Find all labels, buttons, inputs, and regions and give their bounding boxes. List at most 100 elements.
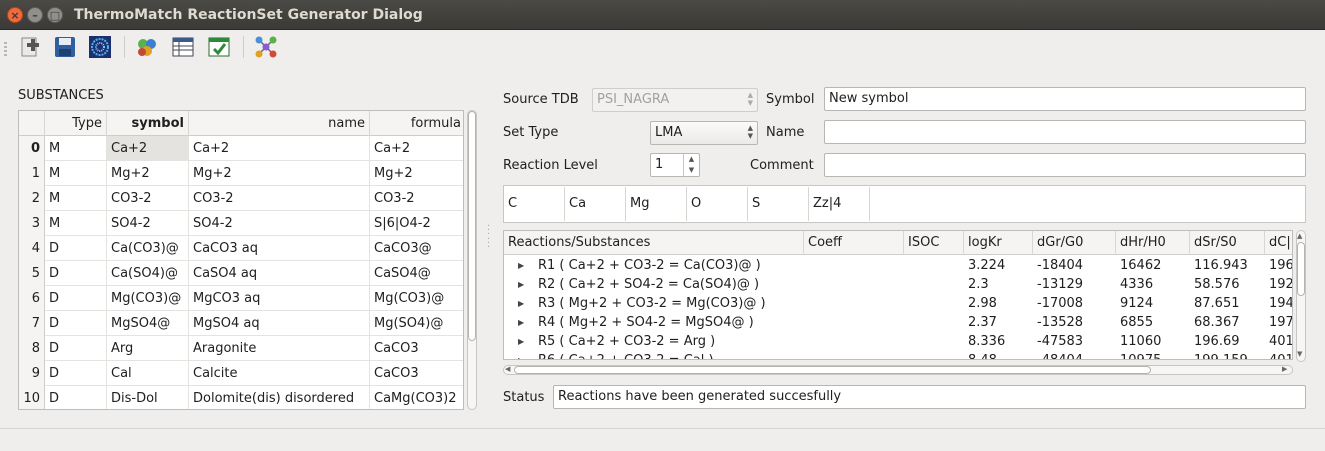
reaction-row[interactable]: ▶ R6 ( Ca+2 + CO3-2 = Cal ) 8.48-484041097… [504, 351, 1292, 359]
column-header-index[interactable] [19, 111, 45, 136]
column-header-reactions[interactable]: Reactions/Substances [504, 231, 804, 255]
reaction-label[interactable]: R2 ( Ca+2 + SO4-2 = Ca(SO4)@ ) [534, 275, 804, 294]
cell-symbol[interactable]: Ca(CO3)@ [107, 236, 189, 261]
reaction-label[interactable]: R3 ( Mg+2 + CO3-2 = Mg(CO3)@ ) [534, 294, 804, 313]
row-index[interactable]: 1 [19, 161, 45, 186]
add-record-icon[interactable] [18, 35, 42, 59]
source-tdb-combo[interactable]: PSI_NAGRA ▲ ▼ [592, 88, 758, 112]
cell-formula[interactable]: Mg+2 [370, 161, 463, 186]
cell-isoc[interactable] [904, 294, 964, 313]
minimize-window-button[interactable]: – [27, 7, 43, 23]
scrollbar-thumb[interactable] [468, 111, 476, 341]
cell-dc[interactable]: 197 [1265, 313, 1292, 332]
row-index[interactable]: 8 [19, 336, 45, 361]
row-index[interactable]: 9 [19, 361, 45, 386]
cell-logkr[interactable]: 3.224 [964, 256, 1033, 275]
cell-symbol[interactable]: Mg+2 [107, 161, 189, 186]
name-input[interactable] [824, 120, 1306, 144]
cell-symbol[interactable]: Cal [107, 361, 189, 386]
cell-formula[interactable]: CaCO3@ [370, 236, 463, 261]
scrollbar-thumb[interactable] [514, 366, 1151, 374]
row-index[interactable]: 0 [19, 136, 45, 161]
cell-formula[interactable]: Mg(CO3)@ [370, 286, 463, 311]
cell-type[interactable]: D [45, 261, 107, 286]
table-row[interactable]: 1 M Mg+2 Mg+2 Mg+2 [19, 161, 463, 186]
element-cell[interactable]: Mg [626, 187, 687, 221]
set-type-combo[interactable]: LMA ▲ ▼ [650, 121, 758, 145]
cell-name[interactable]: MgCO3 aq [189, 286, 370, 311]
reaction-row[interactable]: ▶ R3 ( Mg+2 + CO3-2 = Mg(CO3)@ ) 2.98 -1700… [504, 294, 1292, 313]
scroll-left-icon[interactable]: ◀ [505, 365, 510, 373]
scrollbar-thumb[interactable] [1297, 242, 1305, 296]
periodic-table-icon[interactable] [88, 35, 112, 59]
column-header-coeff[interactable]: Coeff [804, 231, 904, 255]
cell-logkr[interactable]: 2.37 [964, 313, 1033, 332]
table-row[interactable]: 4 D Ca(CO3)@ CaCO3 aq CaCO3@ [19, 236, 463, 261]
column-header-logkr[interactable]: logKr [964, 231, 1033, 255]
cell-name[interactable]: Ca+2 [189, 136, 370, 161]
cell-symbol[interactable]: Mg(CO3)@ [107, 286, 189, 311]
cell-symbol[interactable]: Arg [107, 336, 189, 361]
substances-vertical-scrollbar[interactable] [465, 110, 479, 410]
scroll-down-icon[interactable]: ▼ [1297, 350, 1302, 358]
table-row[interactable]: 3 M SO4-2 SO4-2 S|6|O4-2 [19, 211, 463, 236]
cell-dgr[interactable]: -47583 [1033, 332, 1116, 351]
cell-name[interactable]: Dolomite(dis) disordered [189, 386, 370, 409]
cell-type[interactable]: M [45, 161, 107, 186]
expand-arrow-icon[interactable]: ▶ [518, 275, 524, 294]
cell-logkr[interactable]: 2.3 [964, 275, 1033, 294]
cell-dhr[interactable]: 9124 [1116, 294, 1190, 313]
column-header-name[interactable]: name [189, 111, 370, 136]
cell-type[interactable]: M [45, 136, 107, 161]
cell-dc[interactable]: 401 [1265, 332, 1292, 351]
column-header-type[interactable]: Type [45, 111, 107, 136]
cell-dhr[interactable]: 4336 [1116, 275, 1190, 294]
cell-symbol[interactable]: CO3-2 [107, 186, 189, 211]
cell-isoc[interactable] [904, 275, 964, 294]
row-index[interactable]: 7 [19, 311, 45, 336]
generate-reactions-icon[interactable] [135, 35, 159, 59]
cell-isoc[interactable] [904, 313, 964, 332]
cell-coeff[interactable] [804, 332, 904, 351]
substances-table[interactable]: Type symbol name formula 0 M Ca+2 Ca+2 Ca+2 1… [18, 110, 464, 410]
cell-dc[interactable]: 196 [1265, 256, 1292, 275]
cell-formula[interactable]: CaCO3 [370, 336, 463, 361]
scroll-right-icon[interactable]: ▶ [1282, 365, 1287, 373]
reaction-label[interactable]: R4 ( Mg+2 + SO4-2 = MgSO4@ ) [534, 313, 804, 332]
row-index[interactable]: 5 [19, 261, 45, 286]
element-cell[interactable]: C [504, 187, 565, 221]
cell-dc[interactable]: 401 [1265, 351, 1292, 359]
table-row[interactable]: 10 D Dis-Dol Dolomite(dis) disordered CaMg(C… [19, 386, 463, 409]
cell-type[interactable]: D [45, 361, 107, 386]
network-graph-icon[interactable] [254, 35, 278, 59]
cell-dgr[interactable]: -13129 [1033, 275, 1116, 294]
expand-arrow-icon[interactable]: ▶ [518, 256, 524, 275]
cell-symbol[interactable]: MgSO4@ [107, 311, 189, 336]
row-index[interactable]: 6 [19, 286, 45, 311]
scroll-up-icon[interactable]: ▲ [1297, 232, 1302, 240]
cell-formula[interactable]: Mg(SO4)@ [370, 311, 463, 336]
cell-type[interactable]: D [45, 286, 107, 311]
cell-formula[interactable]: S|6|O4-2 [370, 211, 463, 236]
cell-name[interactable]: Calcite [189, 361, 370, 386]
cell-symbol[interactable]: Ca+2 [107, 136, 189, 161]
cell-name[interactable]: CO3-2 [189, 186, 370, 211]
table-row[interactable]: 6 D Mg(CO3)@ MgCO3 aq Mg(CO3)@ [19, 286, 463, 311]
reactions-horizontal-scrollbar[interactable]: ◀ ▶ [503, 363, 1293, 377]
cell-name[interactable]: CaSO4 aq [189, 261, 370, 286]
cell-coeff[interactable] [804, 351, 904, 359]
cell-symbol[interactable]: SO4-2 [107, 211, 189, 236]
cell-dhr[interactable]: 16462 [1116, 256, 1190, 275]
expand-arrow-icon[interactable]: ▶ [518, 313, 524, 332]
splitter-handle[interactable]: · · · [487, 235, 490, 253]
cell-name[interactable]: MgSO4 aq [189, 311, 370, 336]
reaction-row[interactable]: ▶ R4 ( Mg+2 + SO4-2 = MgSO4@ ) 2.37 -13528 6… [504, 313, 1292, 332]
cell-name[interactable]: SO4-2 [189, 211, 370, 236]
close-window-button[interactable]: × [7, 7, 23, 23]
toolbar-grip[interactable] [4, 42, 7, 56]
spreadsheet-check-icon[interactable] [207, 35, 231, 59]
save-icon[interactable] [53, 35, 77, 59]
column-header-formula[interactable]: formula [370, 111, 463, 136]
expand-arrow-icon[interactable]: ▶ [518, 294, 524, 313]
expand-arrow-icon[interactable]: ▶ [518, 332, 524, 351]
